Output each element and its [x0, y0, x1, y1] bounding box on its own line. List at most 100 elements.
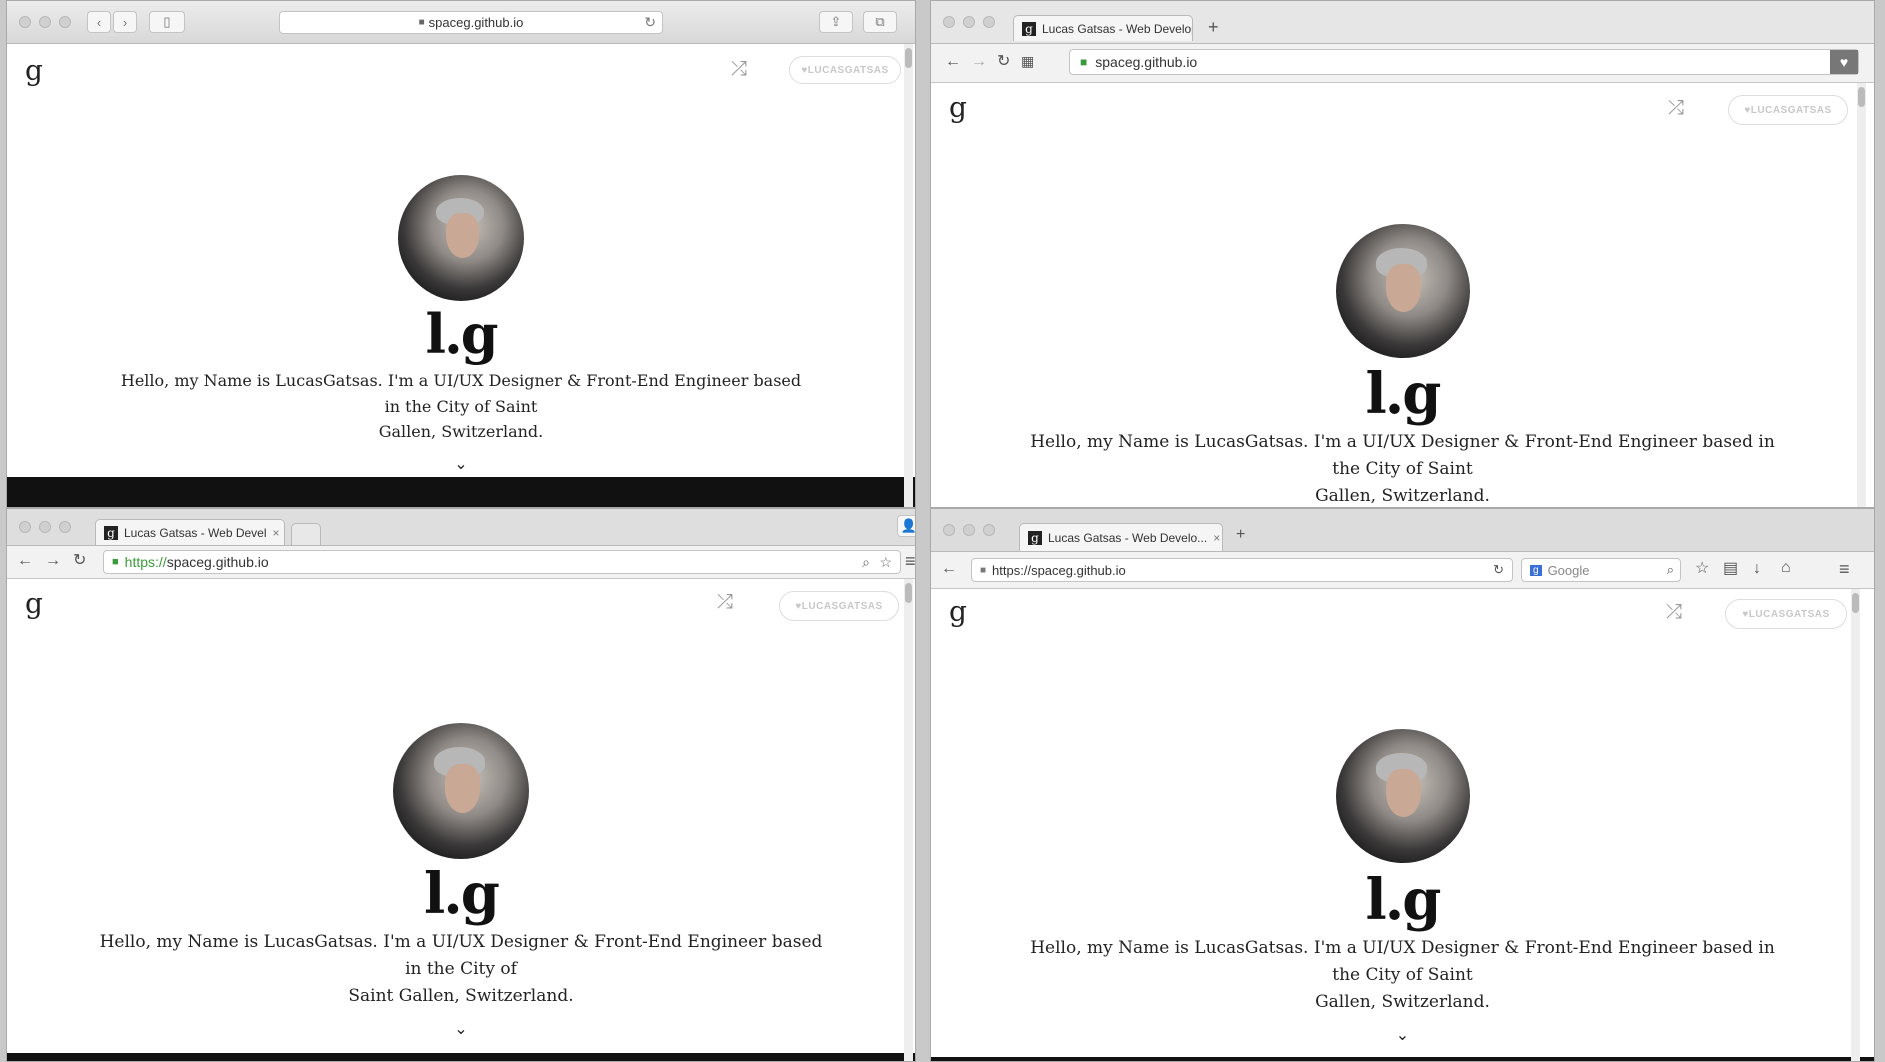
sidebar-button[interactable]: ▯: [149, 11, 185, 33]
address-bar[interactable]: ■ spaceg.github.io ♥: [1069, 49, 1859, 75]
twitter-button[interactable]: ♥LUCASGATSAS: [789, 56, 901, 84]
lock-icon: ■: [980, 564, 987, 576]
safari-toolbar: ‹ › ▯ ■ spaceg.github.io ↻ ⇪ ⧉: [7, 1, 915, 44]
tab-active[interactable]: g Lucas Gatsas - Web Develo... ×: [1019, 523, 1223, 551]
bio-text: Hello, my Name is LucasGatsas. I'm a UI/…: [91, 929, 831, 1011]
star-icon[interactable]: ☆: [879, 554, 892, 571]
search-icon[interactable]: ⌕: [1667, 562, 1674, 578]
menu-icon[interactable]: ≡: [1839, 560, 1850, 578]
window-controls[interactable]: [943, 524, 995, 536]
scrollbar[interactable]: [1857, 83, 1866, 507]
scrollbar[interactable]: [904, 579, 913, 1061]
bio-line: Gallen, Switzerland.: [1315, 486, 1490, 507]
site-logo[interactable]: g: [25, 587, 43, 620]
shuffle-icon[interactable]: ⤮: [1668, 97, 1684, 120]
favicon-icon: g: [104, 525, 118, 540]
tabs-overview-button[interactable]: ⧉: [863, 11, 897, 33]
new-tab-icon[interactable]: +: [1236, 527, 1245, 543]
profile-button[interactable]: 👤: [897, 515, 915, 537]
reload-icon[interactable]: ↻: [1493, 562, 1504, 578]
navigation-bar: ← → ↻ ▦ ■ spaceg.github.io ♥: [931, 44, 1874, 83]
search-input[interactable]: g Google ⌕: [1521, 558, 1681, 582]
monogram: l.g: [1365, 867, 1442, 933]
bio-line: Gallen, Switzerland.: [378, 422, 544, 442]
forward-icon[interactable]: →: [971, 54, 987, 70]
heart-icon[interactable]: ♥: [1830, 50, 1858, 74]
sidebar-icon: ▯: [163, 14, 171, 29]
chevron-down-icon[interactable]: ⌄: [454, 454, 467, 474]
chevron-down-icon[interactable]: ⌄: [1396, 1025, 1409, 1045]
forward-icon[interactable]: →: [45, 553, 61, 569]
google-icon: g: [1530, 564, 1542, 576]
reload-icon[interactable]: ↻: [997, 54, 1010, 70]
bio-line: Saint Gallen, Switzerland.: [348, 986, 574, 1007]
new-tab-icon[interactable]: +: [1208, 18, 1219, 36]
back-icon[interactable]: ←: [945, 54, 961, 70]
site-logo[interactable]: g: [949, 595, 967, 628]
close-icon[interactable]: ×: [273, 526, 280, 540]
monogram: l.g: [1365, 361, 1442, 427]
bio-line: Hello, my Name is LucasGatsas. I'm a UI/…: [1030, 938, 1775, 986]
tabs-icon: ⧉: [875, 14, 885, 29]
bookmark-star-icon[interactable]: ☆: [1695, 561, 1709, 577]
close-icon[interactable]: ×: [1213, 531, 1220, 545]
page-content: g ⤮ ♥LUCASGATSAS l.g Hello, my Name is L…: [931, 83, 1874, 507]
bio-line: Hello, my Name is LucasGatsas. I'm a UI/…: [99, 932, 823, 980]
reload-icon[interactable]: ↻: [73, 553, 86, 569]
scrollbar[interactable]: [1851, 589, 1860, 1061]
bio-text: Hello, my Name is LucasGatsas. I'm a UI/…: [1023, 935, 1783, 1017]
address-bar[interactable]: ■ https://spaceg.github.io ↻: [971, 558, 1513, 582]
address-text: spaceg.github.io: [1095, 54, 1198, 70]
chevron-right-icon: ›: [122, 14, 128, 30]
twitter-button[interactable]: ♥LUCASGATSAS: [1725, 599, 1847, 629]
shuffle-icon[interactable]: ⤮: [717, 591, 733, 614]
address-bar[interactable]: ■ https://spaceg.github.io ⌕ ☆: [103, 550, 901, 574]
tab-active[interactable]: g Lucas Gatsas - Web Develop: [1013, 15, 1193, 41]
download-icon[interactable]: ↓: [1753, 561, 1761, 577]
back-icon[interactable]: ←: [17, 553, 33, 569]
site-logo[interactable]: g: [25, 54, 43, 87]
browser-window-chrome: g Lucas Gatsas - Web Devel × 👤 ← → ↻ ■ h…: [6, 508, 916, 1062]
navigation-bar: ← ■ https://spaceg.github.io ↻ g Google …: [931, 552, 1874, 589]
chevron-left-icon: ‹: [96, 14, 102, 30]
dark-section: [931, 1057, 1874, 1061]
window-controls[interactable]: [19, 521, 71, 533]
speed-dial-icon[interactable]: ▦: [1021, 54, 1034, 68]
back-icon[interactable]: ←: [941, 561, 957, 577]
zoom-icon[interactable]: ⌕: [862, 554, 870, 571]
home-icon[interactable]: ⌂: [1781, 560, 1791, 576]
scrollbar[interactable]: [904, 44, 913, 507]
shuffle-icon[interactable]: ⤮: [1666, 601, 1682, 624]
navigation-bar: ← → ↻ ■ https://spaceg.github.io ⌕ ☆ ≡: [7, 546, 915, 579]
lock-icon: ■: [418, 17, 425, 28]
tab-strip: g Lucas Gatsas - Web Develop +: [931, 1, 1874, 44]
reading-list-icon[interactable]: ▤: [1723, 561, 1738, 577]
address-bar[interactable]: ■ spaceg.github.io ↻: [279, 11, 663, 34]
site-logo[interactable]: g: [949, 91, 967, 124]
share-icon: ⇪: [830, 14, 842, 29]
avatar: [1335, 224, 1470, 358]
tab-strip: g Lucas Gatsas - Web Devel × 👤: [7, 509, 915, 546]
reload-icon[interactable]: ↻: [644, 14, 656, 31]
tab-active[interactable]: g Lucas Gatsas - Web Devel ×: [95, 519, 285, 545]
browser-window-firefox: g Lucas Gatsas - Web Develo... × + ← ■ h…: [930, 508, 1875, 1062]
page-content: g ⤮ ♥LUCASGATSAS l.g Hello, my Name is L…: [7, 579, 915, 1061]
forward-button[interactable]: ›: [113, 11, 137, 33]
twitter-button[interactable]: ♥LUCASGATSAS: [779, 591, 899, 621]
tab-title: Lucas Gatsas - Web Devel: [124, 525, 267, 540]
menu-icon[interactable]: ≡: [905, 552, 915, 570]
tab-strip: g Lucas Gatsas - Web Develo... × +: [931, 509, 1874, 552]
new-tab-button[interactable]: [291, 523, 321, 545]
back-button[interactable]: ‹: [87, 11, 111, 33]
favicon-icon: g: [1022, 21, 1036, 36]
twitter-button[interactable]: ♥LUCASGATSAS: [1728, 95, 1848, 125]
window-controls[interactable]: [19, 16, 71, 28]
window-controls[interactable]: [943, 16, 995, 28]
shuffle-icon[interactable]: ⤮: [731, 58, 747, 81]
avatar: [1335, 729, 1470, 863]
share-button[interactable]: ⇪: [819, 11, 853, 33]
https-prefix: https://: [124, 554, 167, 570]
address-text: https://spaceg.github.io: [992, 562, 1126, 578]
chevron-down-icon[interactable]: ⌄: [454, 1019, 467, 1039]
bio-line: Hello, my Name is LucasGatsas. I'm a UI/…: [1030, 432, 1775, 480]
